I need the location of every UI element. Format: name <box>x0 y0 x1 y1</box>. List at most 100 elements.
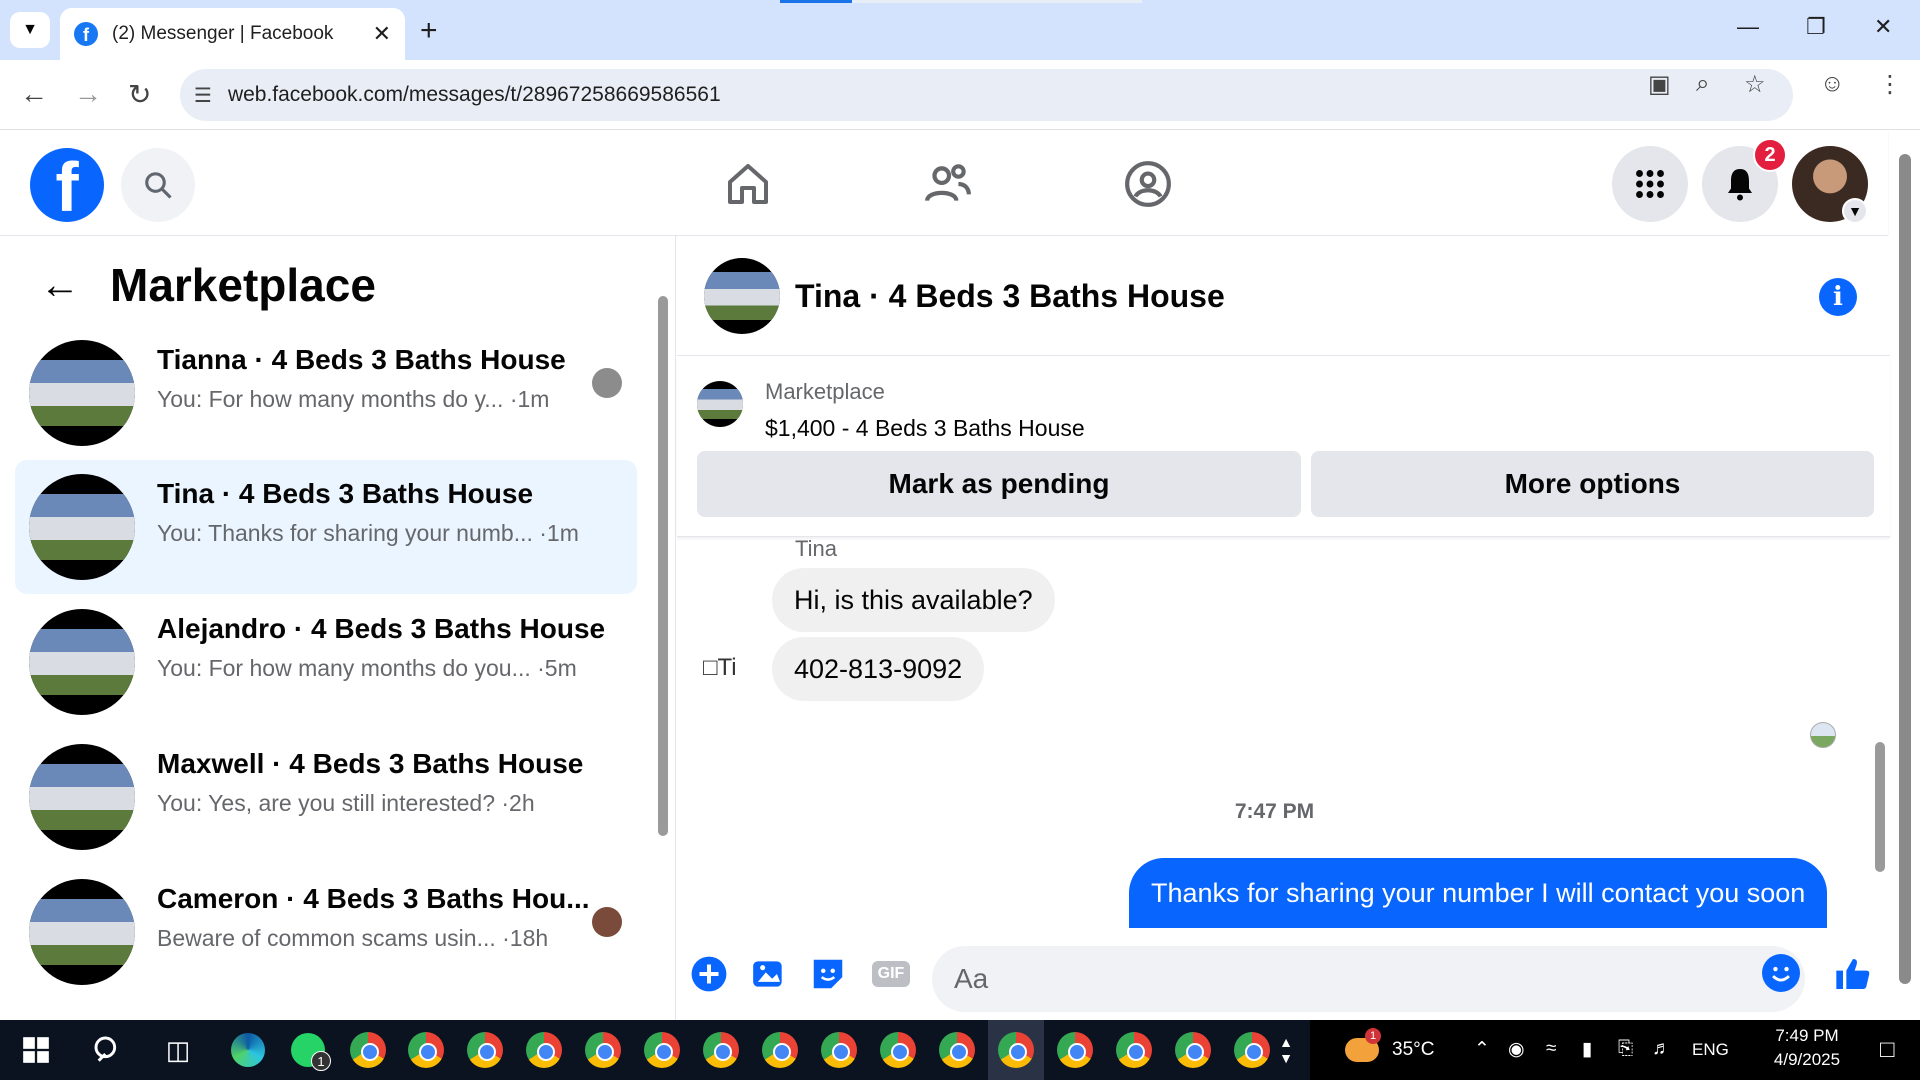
chrome-taskbar-button[interactable] <box>465 1030 505 1070</box>
chat-header: Tina · 4 Beds 3 Baths House i <box>677 236 1890 356</box>
conversation-item-cameron[interactable]: Cameron · 4 Beds 3 Baths Hou... Beware o… <box>15 865 637 999</box>
conversation-item-tianna[interactable]: Tianna · 4 Beds 3 Baths House You: For h… <box>15 326 637 460</box>
restore-icon[interactable]: ❐ <box>1806 14 1826 40</box>
forward-icon[interactable]: → <box>74 78 102 110</box>
groups-nav-button[interactable] <box>1120 156 1176 212</box>
minimize-icon[interactable]: — <box>1737 14 1759 40</box>
chrome-icon <box>467 1032 503 1068</box>
more-options-button[interactable]: More options <box>1311 451 1874 517</box>
more-actions-button[interactable] <box>689 954 729 994</box>
tab-title: (2) Messenger | Facebook <box>112 23 334 44</box>
listing-price[interactable]: $1,400 - 4 Beds 3 Baths House <box>765 415 1085 442</box>
close-window-icon[interactable]: ✕ <box>1874 14 1892 40</box>
taskbar-overflow-arrows[interactable]: ▲ ▼ <box>1274 1030 1298 1070</box>
chrome-taskbar-button[interactable] <box>348 1030 388 1070</box>
incoming-message[interactable]: Hi, is this available? <box>772 568 1055 632</box>
send-like-button[interactable] <box>1833 954 1873 994</box>
conversation-item-maxwell[interactable]: Maxwell · 4 Beds 3 Baths House You: Yes,… <box>15 730 637 864</box>
home-icon <box>728 164 768 204</box>
facebook-logo-icon[interactable]: f <box>30 148 104 222</box>
chrome-taskbar-button[interactable] <box>878 1030 918 1070</box>
bookmark-star-icon[interactable]: ☆ <box>1744 70 1766 99</box>
chrome-taskbar-button[interactable] <box>1173 1030 1213 1070</box>
record-icon[interactable]: ◉ <box>1508 1038 1525 1061</box>
network-icon[interactable]: ⎘ <box>1618 1038 1633 1060</box>
close-tab-icon[interactable]: ✕ <box>373 21 391 47</box>
search-button[interactable] <box>121 148 195 222</box>
taskbar-search-button[interactable] <box>88 1030 128 1070</box>
task-view-button[interactable]: ◫ <box>158 1030 198 1070</box>
start-button[interactable] <box>16 1030 56 1070</box>
attach-photo-button[interactable] <box>749 954 789 994</box>
message-input[interactable]: Aa <box>932 946 1805 1012</box>
edge-taskbar-button[interactable] <box>228 1030 268 1070</box>
chrome-taskbar-button[interactable] <box>819 1030 859 1070</box>
chat-listing-thumbnail[interactable] <box>704 258 780 334</box>
chrome-icon <box>821 1032 857 1068</box>
read-receipt-avatar <box>1810 722 1836 748</box>
chrome-taskbar-button[interactable] <box>760 1030 800 1070</box>
weather-temperature[interactable]: 35°C <box>1392 1039 1434 1061</box>
page-scrollbar[interactable] <box>1890 130 1920 1020</box>
volume-icon[interactable]: ♬ <box>1652 1038 1671 1060</box>
info-icon[interactable]: i <box>1819 278 1857 316</box>
zoom-icon[interactable]: ⌕ <box>1696 70 1709 98</box>
friends-nav-button[interactable] <box>920 156 976 212</box>
chrome-taskbar-button[interactable] <box>1114 1030 1154 1070</box>
home-nav-button[interactable] <box>720 156 776 212</box>
battery-icon[interactable]: ▮ <box>1582 1038 1592 1061</box>
back-icon[interactable]: ← <box>20 78 48 110</box>
conversation-item-tina[interactable]: Tina · 4 Beds 3 Baths House You: Thanks … <box>15 460 637 594</box>
page-scrollbar-thumb[interactable] <box>1899 154 1911 984</box>
conversation-snippet: You: For how many months do you... ·5m <box>157 655 577 681</box>
clock[interactable]: 7:49 PM 4/9/2025 <box>1752 1026 1862 1070</box>
sticker-button[interactable] <box>808 954 848 994</box>
chrome-taskbar-button[interactable] <box>1232 1030 1272 1070</box>
chrome-taskbar-button[interactable] <box>406 1030 446 1070</box>
chrome-taskbar-button[interactable] <box>701 1030 741 1070</box>
message-composer: GIF Aa <box>677 934 1890 1020</box>
wifi-icon[interactable]: ≈ <box>1546 1038 1556 1060</box>
chrome-taskbar-button[interactable] <box>583 1030 623 1070</box>
chrome-taskbar-button[interactable] <box>1055 1030 1095 1070</box>
install-app-icon[interactable]: ▣ <box>1648 70 1671 99</box>
tab-search-button[interactable]: ▼ <box>10 12 50 48</box>
chat-scrollbar[interactable] <box>1873 542 1887 942</box>
chrome-taskbar-button[interactable] <box>937 1030 977 1070</box>
site-info-icon[interactable]: ☰ <box>194 83 212 108</box>
mark-as-pending-button[interactable]: Mark as pending <box>697 451 1301 517</box>
chat-title[interactable]: Tina · 4 Beds 3 Baths House <box>795 278 1225 315</box>
menu-dots-icon[interactable]: ⋮ <box>1878 70 1902 99</box>
emoji-icon[interactable] <box>1762 954 1800 992</box>
profile-icon[interactable]: ☺ <box>1820 70 1845 98</box>
menu-button[interactable] <box>1612 146 1688 222</box>
weather-widget-icon[interactable]: 1 <box>1342 1028 1382 1070</box>
chrome-icon <box>1116 1032 1152 1068</box>
chat-scrollbar-thumb[interactable] <box>1875 742 1885 872</box>
reload-icon[interactable]: ↻ <box>128 78 151 111</box>
account-chevron-icon[interactable]: ▼ <box>1842 198 1868 224</box>
conversation-list-scrollbar-thumb[interactable] <box>658 296 668 836</box>
conversation-item-alejandro[interactable]: Alejandro · 4 Beds 3 Baths House You: Fo… <box>15 595 637 729</box>
conversation-list-scrollbar[interactable] <box>656 266 670 1006</box>
notification-center-icon[interactable]: □ <box>1880 1036 1895 1064</box>
chrome-taskbar-button[interactable] <box>524 1030 564 1070</box>
message-timestamp: 7:47 PM <box>1234 800 1315 823</box>
url-text: web.facebook.com/messages/t/289672586695… <box>227 83 721 106</box>
loading-bar <box>780 0 852 3</box>
chrome-taskbar-button-active[interactable] <box>996 1030 1036 1070</box>
chrome-taskbar-button[interactable] <box>642 1030 682 1070</box>
back-arrow-icon[interactable]: ← <box>40 263 80 308</box>
facebook-header: f 2 ▼ <box>0 130 1888 236</box>
incoming-message[interactable]: 402-813-9092 <box>772 637 985 701</box>
browser-tab-active[interactable]: f (2) Messenger | Facebook ✕ <box>60 8 405 60</box>
new-tab-icon[interactable]: + <box>420 14 438 48</box>
outgoing-message[interactable]: Thanks for sharing your number I will co… <box>1129 858 1828 928</box>
bell-icon <box>1728 169 1752 201</box>
address-bar[interactable]: ☰ web.facebook.com/messages/t/2896725866… <box>180 69 1793 121</box>
tray-chevron-up-icon[interactable]: ⌃ <box>1474 1038 1490 1061</box>
gif-button[interactable]: GIF <box>868 954 914 994</box>
language-indicator[interactable]: ENG <box>1692 1040 1729 1060</box>
listing-bar-thumbnail[interactable] <box>697 381 743 427</box>
whatsapp-taskbar-button[interactable]: 1 <box>288 1030 331 1071</box>
